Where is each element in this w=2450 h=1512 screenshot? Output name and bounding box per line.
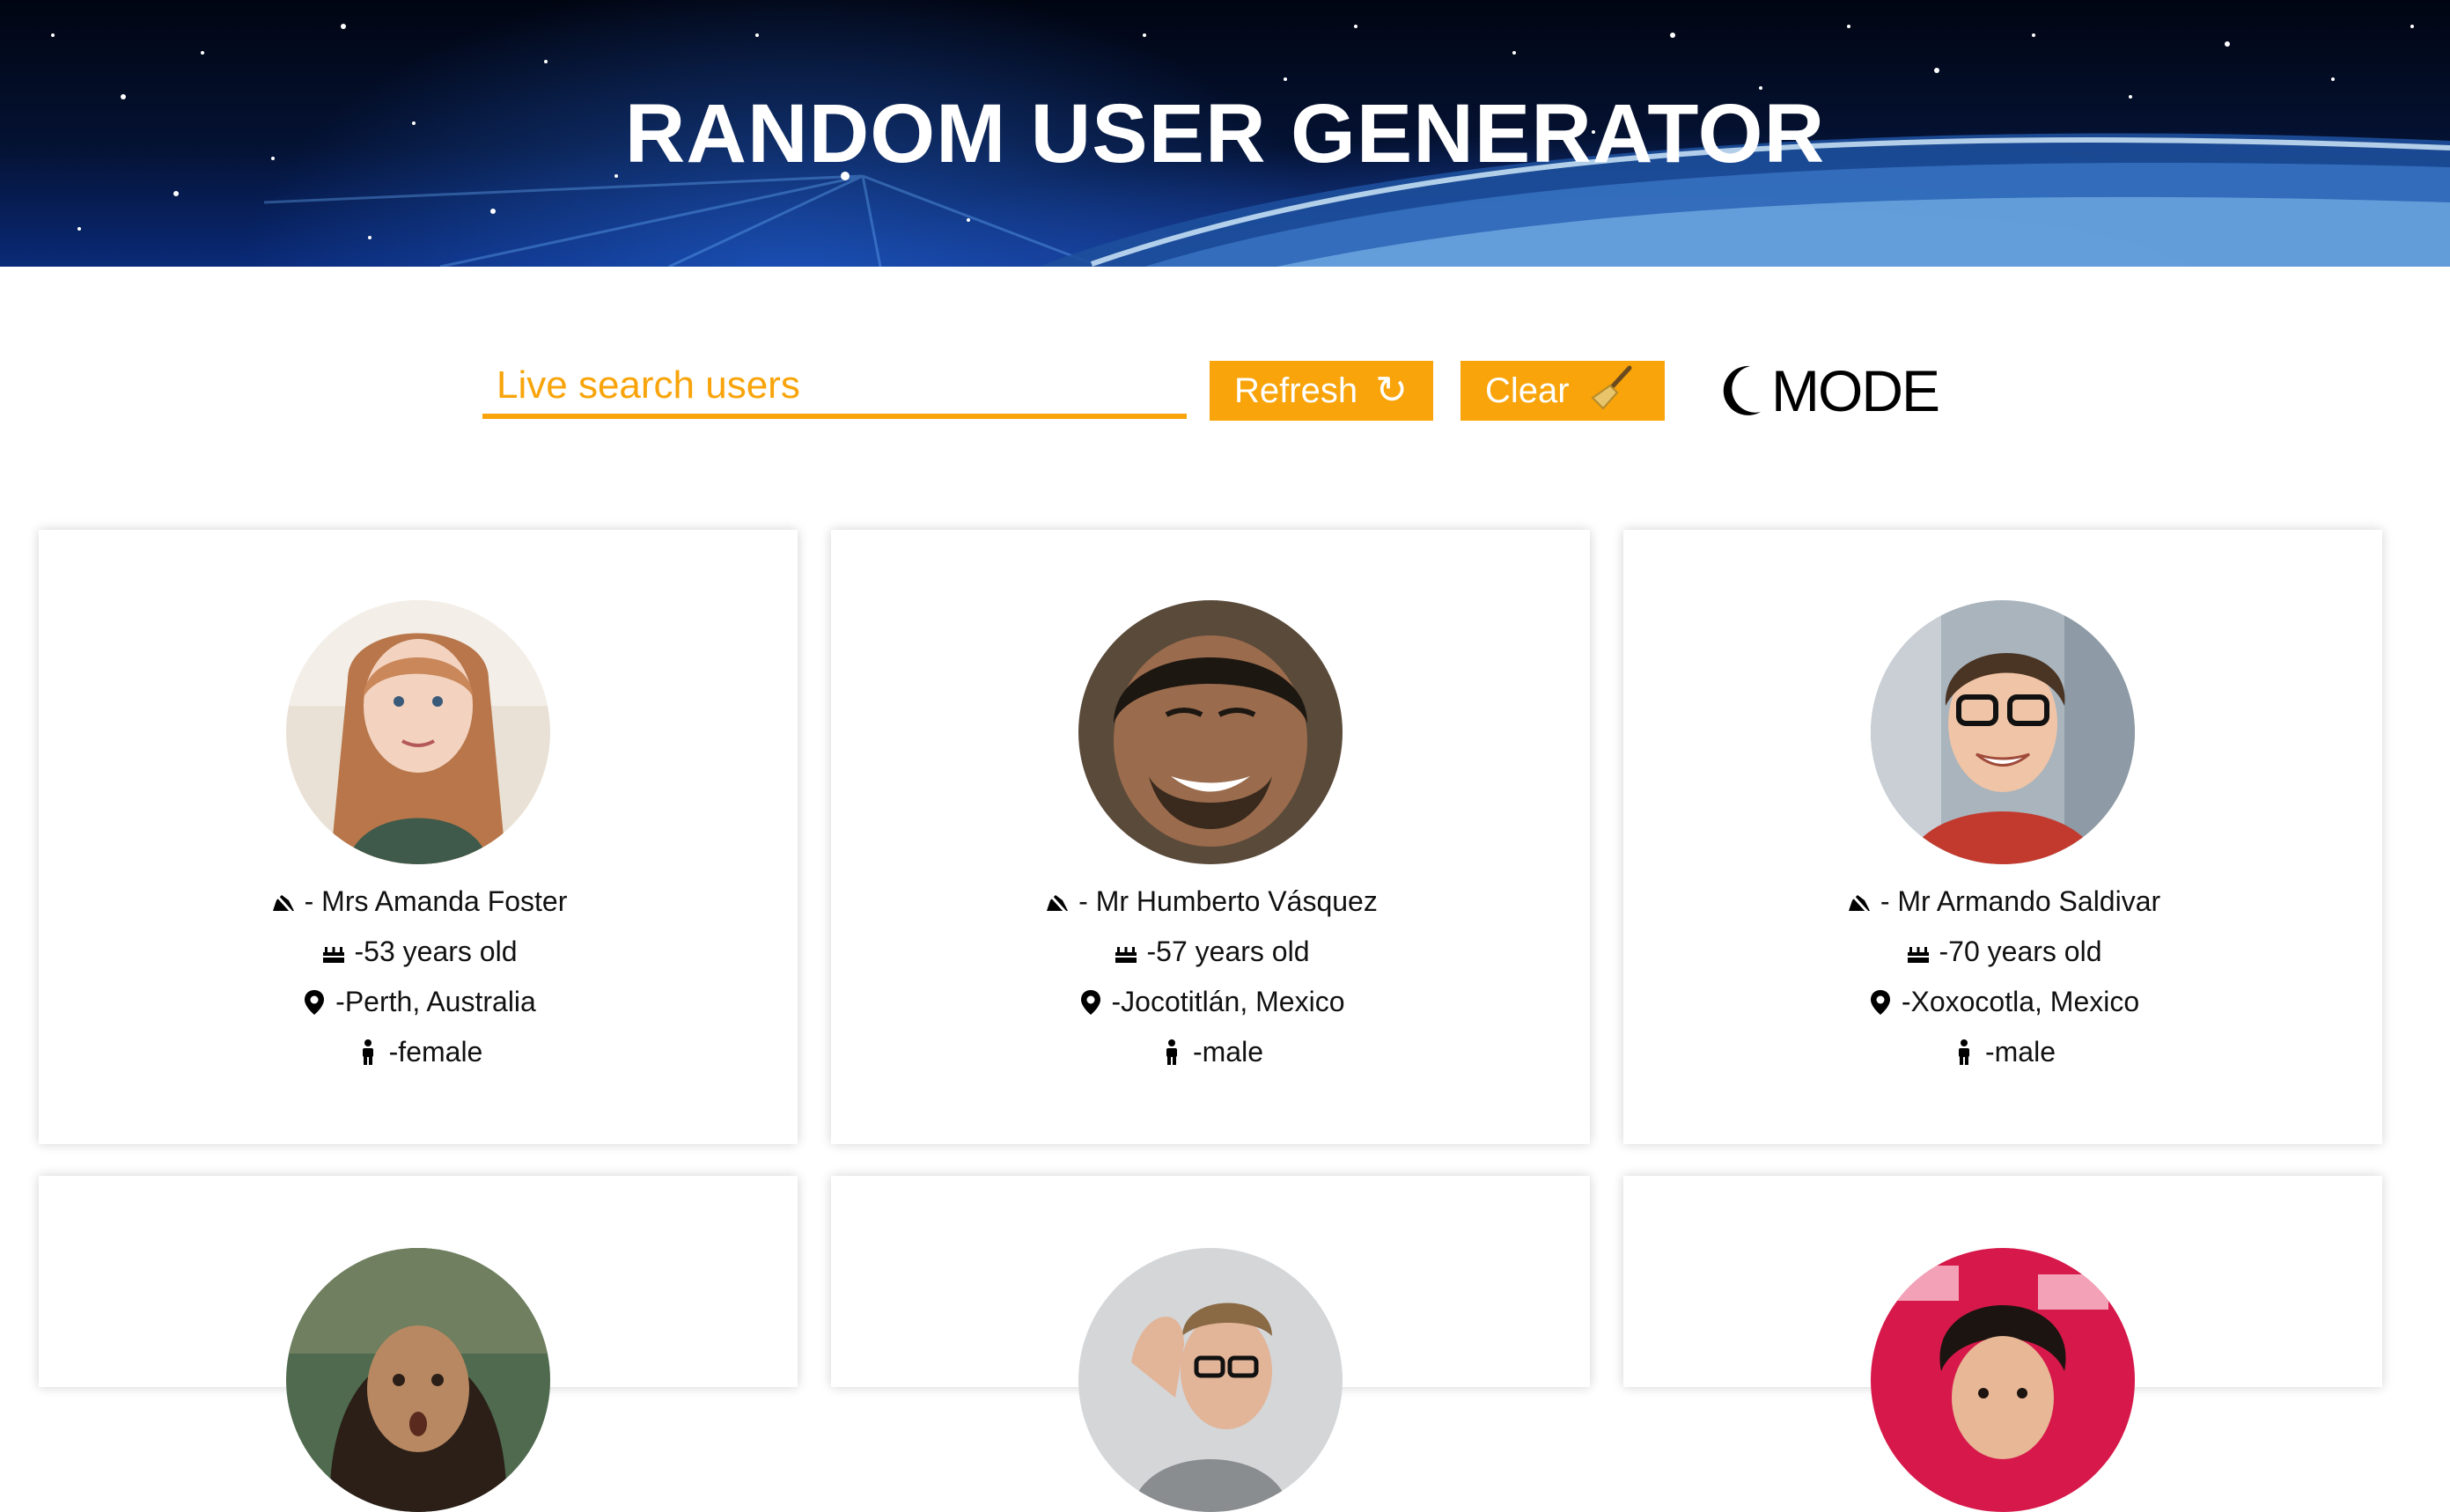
user-location-line: -Jocotitlán, Mexico [831, 986, 1590, 1018]
moon-icon [1717, 361, 1766, 422]
user-name: - Mr Humberto Vásquez [1078, 885, 1378, 917]
user-card [1623, 1176, 2382, 1512]
clear-button[interactable]: Clear [1460, 361, 1665, 421]
header-banner: RANDOM USER GENERATOR [0, 0, 2450, 267]
user-age: -53 years old [354, 936, 518, 967]
map-pin-icon [1080, 989, 1100, 1015]
user-gender: -female [388, 1036, 483, 1068]
page-title: RANDOM USER GENERATOR [624, 87, 1826, 180]
person-icon [362, 1039, 373, 1065]
avatar [1078, 1248, 1343, 1512]
user-location-line: -Xoxocotla, Mexico [1623, 986, 2382, 1018]
user-card: - Mr Humberto Vásquez -57 years old -Joc… [831, 530, 1590, 1144]
user-card [831, 1176, 1590, 1512]
dark-mode-toggle[interactable]: MODE [1717, 357, 1940, 424]
mode-label: MODE [1771, 358, 1940, 423]
person-icon [1166, 1039, 1177, 1065]
birthday-cake-icon [322, 946, 344, 963]
user-age-line: -53 years old [39, 936, 798, 968]
clear-button-label: Clear [1485, 371, 1570, 410]
birthday-cake-icon [1115, 946, 1137, 963]
user-age-line: -57 years old [831, 936, 1590, 968]
name-icon [272, 892, 294, 914]
user-location: -Perth, Australia [335, 986, 536, 1017]
refresh-button[interactable]: Refresh ↻ [1210, 361, 1433, 421]
user-gender-line: -female [39, 1036, 798, 1068]
user-card [39, 1176, 798, 1512]
name-icon [1848, 892, 1870, 914]
user-name-line: - Mr Armando Saldivar [1623, 885, 2382, 918]
user-name-line: - Mrs Amanda Foster [39, 885, 798, 918]
avatar [1871, 1248, 2135, 1512]
user-gender: -male [1984, 1036, 2056, 1068]
avatar [286, 600, 550, 864]
user-card: - Mrs Amanda Foster -53 years old -Perth… [39, 530, 798, 1144]
user-age-line: -70 years old [1623, 936, 2382, 968]
user-gender-line: -male [1623, 1036, 2382, 1068]
user-age: -57 years old [1146, 936, 1310, 967]
user-card: - Mr Armando Saldivar -70 years old -Xox… [1623, 530, 2382, 1144]
search-input[interactable] [482, 352, 1187, 419]
user-gender: -male [1192, 1036, 1263, 1068]
name-icon [1047, 892, 1069, 914]
birthday-cake-icon [1907, 946, 1929, 963]
user-name: - Mrs Amanda Foster [304, 885, 568, 917]
user-location: -Xoxocotla, Mexico [1901, 986, 2140, 1017]
avatar [1871, 600, 2135, 864]
controls-bar: Refresh ↻ Clear MODE [0, 352, 2450, 431]
person-icon [1958, 1039, 1969, 1065]
avatar [286, 1248, 550, 1512]
refresh-icon: ↻ [1375, 369, 1408, 412]
user-location-line: -Perth, Australia [39, 986, 798, 1018]
user-location: -Jocotitlán, Mexico [1111, 986, 1345, 1017]
user-name-line: - Mr Humberto Vásquez [831, 885, 1590, 918]
refresh-button-label: Refresh [1234, 371, 1358, 410]
user-age: -70 years old [1939, 936, 2102, 967]
map-pin-icon [1870, 989, 1890, 1015]
broom-icon [1587, 363, 1637, 419]
user-name: - Mr Armando Saldivar [1880, 885, 2161, 917]
user-gender-line: -male [831, 1036, 1590, 1068]
map-pin-icon [305, 989, 325, 1015]
avatar [1078, 600, 1343, 864]
